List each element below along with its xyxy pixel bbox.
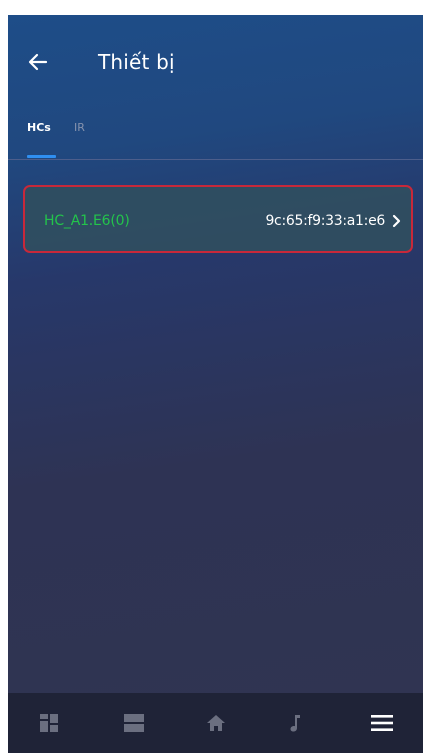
device-name: HC_A1.E6(0) — [44, 213, 130, 229]
app-screen: Thiết bị HCs IR HC_A1.E6(0) 9c:65:f9:33:… — [8, 15, 423, 753]
nav-home-button[interactable] — [192, 693, 240, 753]
tab-ir[interactable]: IR — [74, 121, 85, 135]
page-title: Thiết bị — [98, 50, 175, 74]
device-row[interactable]: HC_A1.E6(0) 9c:65:f9:33:a1:e6 — [23, 185, 413, 253]
active-tab-indicator — [27, 155, 56, 158]
tab-bar: HCs IR — [8, 115, 423, 160]
back-button[interactable] — [24, 48, 52, 76]
menu-icon — [370, 713, 394, 733]
tab-divider — [8, 159, 423, 160]
chevron-right-icon — [391, 213, 403, 229]
bottom-navigation — [8, 693, 423, 753]
arrow-left-icon — [24, 48, 52, 76]
music-note-icon — [288, 713, 302, 733]
nav-dashboard-button[interactable] — [25, 693, 73, 753]
nav-music-button[interactable] — [271, 693, 319, 753]
nav-list-button[interactable] — [110, 693, 158, 753]
tab-hcs[interactable]: HCs — [27, 121, 51, 135]
home-icon — [206, 713, 226, 733]
app-header: Thiết bị — [8, 15, 423, 110]
nav-menu-button[interactable] — [358, 693, 406, 753]
device-mac-address: 9c:65:f9:33:a1:e6 — [265, 213, 385, 229]
dashboard-icon — [39, 713, 59, 733]
list-icon — [123, 713, 145, 733]
